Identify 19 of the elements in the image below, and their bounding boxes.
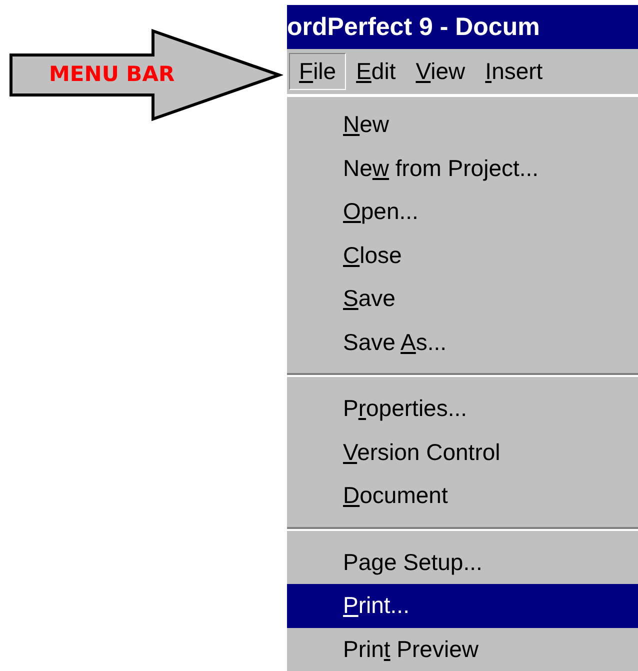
menu-item[interactable]: Save [287, 277, 638, 320]
window-title: ordPerfect 9 - Docum [287, 5, 638, 49]
menu-bar-item[interactable]: Edit [346, 53, 406, 90]
arrow-icon [9, 29, 283, 121]
menu-bar-item[interactable]: File [289, 53, 346, 90]
menu-item[interactable]: Page Setup... [287, 540, 638, 584]
menu-item[interactable]: Open... [287, 190, 638, 234]
menu-bar-item[interactable]: View [406, 53, 476, 90]
menu-item[interactable]: Document [287, 474, 638, 518]
menu-item[interactable]: Version Control [287, 430, 638, 474]
menu-item[interactable]: New [287, 103, 638, 146]
menu-item[interactable]: Print... [287, 584, 638, 628]
menu-item[interactable]: Print Preview [287, 628, 638, 671]
menu-item[interactable]: Properties... [287, 387, 638, 430]
annotation-label: MENU BAR [49, 62, 175, 86]
menu-item[interactable]: New from Project... [287, 146, 638, 190]
menu-bar-item[interactable]: Insert [475, 53, 553, 90]
menu-item[interactable]: Close [287, 234, 638, 277]
menu-item[interactable]: Save As... [287, 320, 638, 364]
